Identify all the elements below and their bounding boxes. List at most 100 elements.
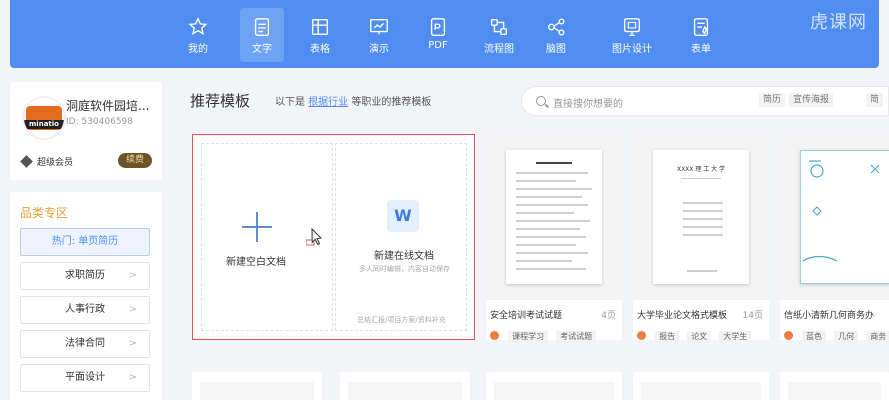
word-online-icon: W bbox=[387, 200, 419, 232]
template-tag[interactable]: 商务 bbox=[866, 331, 889, 343]
template-tag[interactable]: 论文 bbox=[687, 331, 712, 343]
template-tag[interactable]: 报告 bbox=[655, 331, 680, 343]
template-tag[interactable]: 蓝色 bbox=[802, 331, 827, 343]
category-item-hr[interactable]: 人事行政 > bbox=[20, 296, 150, 324]
template-card[interactable]: 信纸小清新几何商务办 蓝色 几何 商务 bbox=[780, 134, 889, 343]
template-card-partial[interactable] bbox=[192, 372, 322, 400]
online-doc-description: 多人同时编辑，内容自动保存 bbox=[359, 265, 450, 273]
flowchart-icon bbox=[490, 18, 508, 36]
tool-pdf[interactable]: PDF bbox=[416, 8, 460, 62]
tool-form[interactable]: 表单 bbox=[679, 8, 723, 62]
template-name: 信纸小清新几何商务办 bbox=[784, 311, 875, 321]
template-page-count: 14页 bbox=[742, 311, 763, 321]
new-online-doc-label: 新建在线文档 bbox=[374, 251, 434, 262]
template-card[interactable]: XXXX 理 工 大 学 大学毕业论文格式模板 14页 报告 论文 大学生 bbox=[633, 134, 769, 343]
create-document-card bbox=[192, 134, 475, 340]
tool-label: 演示 bbox=[369, 44, 389, 55]
tool-table[interactable]: 表格 bbox=[298, 8, 342, 62]
new-online-doc-area[interactable] bbox=[335, 143, 467, 331]
template-thumbnail: XXXX 理 工 大 学 bbox=[633, 134, 769, 300]
template-tag[interactable]: 课程学习 bbox=[508, 331, 549, 343]
category-item-graphic[interactable]: 平面设计 > bbox=[20, 364, 150, 392]
chevron-right-icon: > bbox=[128, 304, 137, 315]
category-label: 热门: 单页简历 bbox=[51, 236, 119, 247]
geometric-decoration bbox=[802, 160, 880, 262]
template-type-icon bbox=[490, 331, 499, 340]
template-type-icon bbox=[637, 331, 646, 340]
document-icon bbox=[254, 18, 270, 36]
user-id: ID: 530406598 bbox=[66, 117, 134, 127]
tool-text[interactable]: 文字 bbox=[240, 8, 284, 62]
template-page-count: 4页 bbox=[601, 311, 616, 321]
template-tags: 课程学习 考试试题 bbox=[490, 324, 599, 343]
avatar-text: minatio bbox=[24, 120, 64, 129]
template-card-partial[interactable] bbox=[780, 372, 889, 400]
tool-my[interactable]: 我的 bbox=[176, 8, 220, 62]
category-label: 求职简历 bbox=[65, 270, 105, 281]
template-thumbnail bbox=[788, 382, 881, 400]
chevron-right-icon: > bbox=[128, 270, 137, 281]
template-card-partial[interactable] bbox=[486, 372, 622, 400]
mouse-cursor-icon bbox=[306, 227, 323, 246]
subtitle-prefix: 以下是 bbox=[275, 97, 305, 108]
tool-label: PDF bbox=[428, 40, 448, 51]
plus-icon bbox=[242, 212, 272, 242]
template-card-partial[interactable] bbox=[340, 372, 470, 400]
template-card-partial[interactable] bbox=[633, 372, 769, 400]
avatar[interactable]: minatio bbox=[22, 96, 66, 140]
template-card[interactable]: 安全培训考试试题 4页 课程学习 考试试题 bbox=[486, 134, 622, 343]
tool-mindmap[interactable]: 脑图 bbox=[534, 8, 578, 62]
category-item-resume[interactable]: 求职简历 > bbox=[20, 262, 150, 290]
form-icon bbox=[693, 18, 709, 36]
template-tag[interactable]: 考试试题 bbox=[556, 331, 597, 343]
template-thumbnail bbox=[200, 382, 314, 400]
left-sidebar: minatio 洞庭软件园培... ID: 530406598 超级会员 续费 … bbox=[10, 82, 162, 400]
tool-label: 表单 bbox=[691, 44, 711, 55]
search-tag[interactable]: 简 bbox=[866, 93, 884, 107]
industry-link[interactable]: 根据行业 bbox=[308, 97, 348, 108]
page-title: 推荐模板 bbox=[190, 92, 251, 110]
search-tag[interactable]: 简历 bbox=[759, 93, 786, 107]
subtitle-suffix: 等职业的推荐模板 bbox=[351, 97, 432, 108]
category-title: 品类专区 bbox=[20, 206, 69, 220]
tool-label: 脑图 bbox=[546, 44, 566, 55]
category-item-hot[interactable]: 热门: 单页简历 bbox=[20, 228, 150, 256]
template-thumbnail bbox=[348, 382, 462, 400]
tool-label: 流程图 bbox=[484, 44, 514, 55]
template-name: 安全培训考试试题 bbox=[490, 311, 563, 321]
member-level: 超级会员 bbox=[20, 155, 74, 168]
template-type-icon bbox=[784, 331, 793, 340]
user-profile-card: minatio 洞庭软件园培... ID: 530406598 超级会员 续费 bbox=[10, 82, 162, 180]
search-input[interactable]: 直接搜你想要的 bbox=[521, 86, 889, 116]
renew-button[interactable]: 续费 bbox=[118, 153, 152, 168]
search-icon bbox=[536, 96, 546, 106]
category-panel: 品类专区 热门: 单页简历 求职简历 > 人事行政 > 法律合同 > 平面设计 > bbox=[10, 192, 162, 400]
tool-label: 文字 bbox=[252, 44, 272, 55]
doc-preview bbox=[800, 150, 889, 284]
doc-preview: XXXX 理 工 大 学 bbox=[653, 150, 749, 284]
tool-label: 我的 bbox=[188, 44, 208, 55]
search-tag[interactable]: 宣传海报 bbox=[789, 93, 834, 107]
page-subtitle: 以下是 根据行业 等职业的推荐模板 bbox=[275, 93, 431, 108]
template-thumbnail bbox=[641, 382, 761, 400]
top-toolbar: 我的 文字 表格 演示 PDF 流程图 脑图 图片设计 表单 虎课网 bbox=[10, 0, 879, 68]
doc-preview bbox=[506, 150, 602, 284]
mindmap-icon bbox=[547, 18, 565, 36]
tool-label: 图片设计 bbox=[612, 44, 652, 55]
template-tag[interactable]: 几何 bbox=[834, 331, 859, 343]
online-doc-footnote: 总结汇报/项目方案/资料补充 bbox=[357, 316, 446, 324]
tool-image-design[interactable]: 图片设计 bbox=[610, 8, 654, 62]
tool-flowchart[interactable]: 流程图 bbox=[477, 8, 521, 62]
tool-presentation[interactable]: 演示 bbox=[357, 8, 401, 62]
watermark-logo: 虎课网 bbox=[810, 12, 867, 33]
category-item-legal[interactable]: 法律合同 > bbox=[20, 330, 150, 358]
template-thumbnail bbox=[486, 134, 622, 300]
category-label: 人事行政 bbox=[65, 304, 105, 315]
category-label: 法律合同 bbox=[65, 338, 105, 349]
doc-title: XXXX 理 工 大 学 bbox=[676, 166, 726, 173]
search-placeholder: 直接搜你想要的 bbox=[553, 99, 623, 110]
member-label: 超级会员 bbox=[37, 158, 74, 168]
new-blank-doc-label: 新建空白文档 bbox=[226, 257, 286, 268]
template-tag[interactable]: 大学生 bbox=[719, 331, 752, 343]
pdf-icon bbox=[430, 18, 446, 36]
